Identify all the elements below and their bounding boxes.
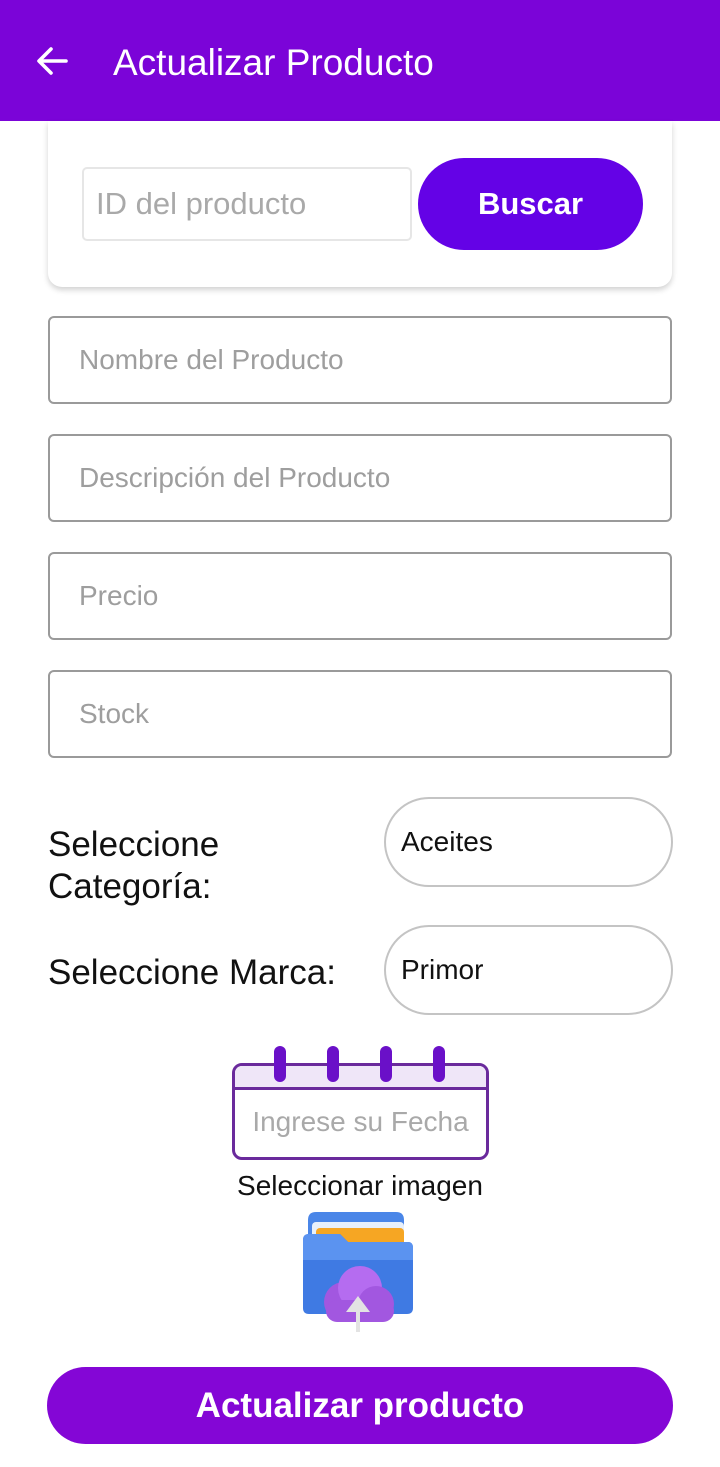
brand-selected-value: Primor [401,954,484,985]
calendar-ring [327,1046,339,1082]
category-selected-value: Aceites [401,826,493,857]
category-label: Seleccione Categoría: [48,825,220,906]
calendar-ring [380,1046,392,1082]
back-button[interactable] [26,36,78,86]
brand-label: Seleccione Marca: [48,953,336,992]
price-input[interactable] [48,552,672,640]
update-product-button[interactable]: Actualizar producto [47,1367,673,1444]
app-bar: Actualizar Producto [0,0,720,121]
calendar-icon[interactable]: Ingrese su Fecha [232,1063,489,1160]
select-image-label: Seleccionar imagen [237,1170,483,1201]
search-card: Buscar [48,121,672,287]
product-name-input[interactable] [48,316,672,404]
search-button[interactable]: Buscar [418,158,643,250]
page-title: Actualizar Producto [113,42,434,83]
calendar-ring [433,1046,445,1082]
category-select[interactable]: Aceites [384,797,673,887]
select-image-button[interactable] [300,1208,416,1336]
product-id-input[interactable] [82,167,412,241]
brand-select[interactable]: Primor [384,925,673,1015]
arrow-left-icon [37,47,68,75]
stock-input[interactable] [48,670,672,758]
folder-upload-icon [303,1212,413,1332]
date-picker[interactable]: Ingrese su Fecha [232,1046,489,1160]
date-placeholder: Ingrese su Fecha [252,1106,469,1137]
calendar-ring [274,1046,286,1082]
product-description-input[interactable] [48,434,672,522]
